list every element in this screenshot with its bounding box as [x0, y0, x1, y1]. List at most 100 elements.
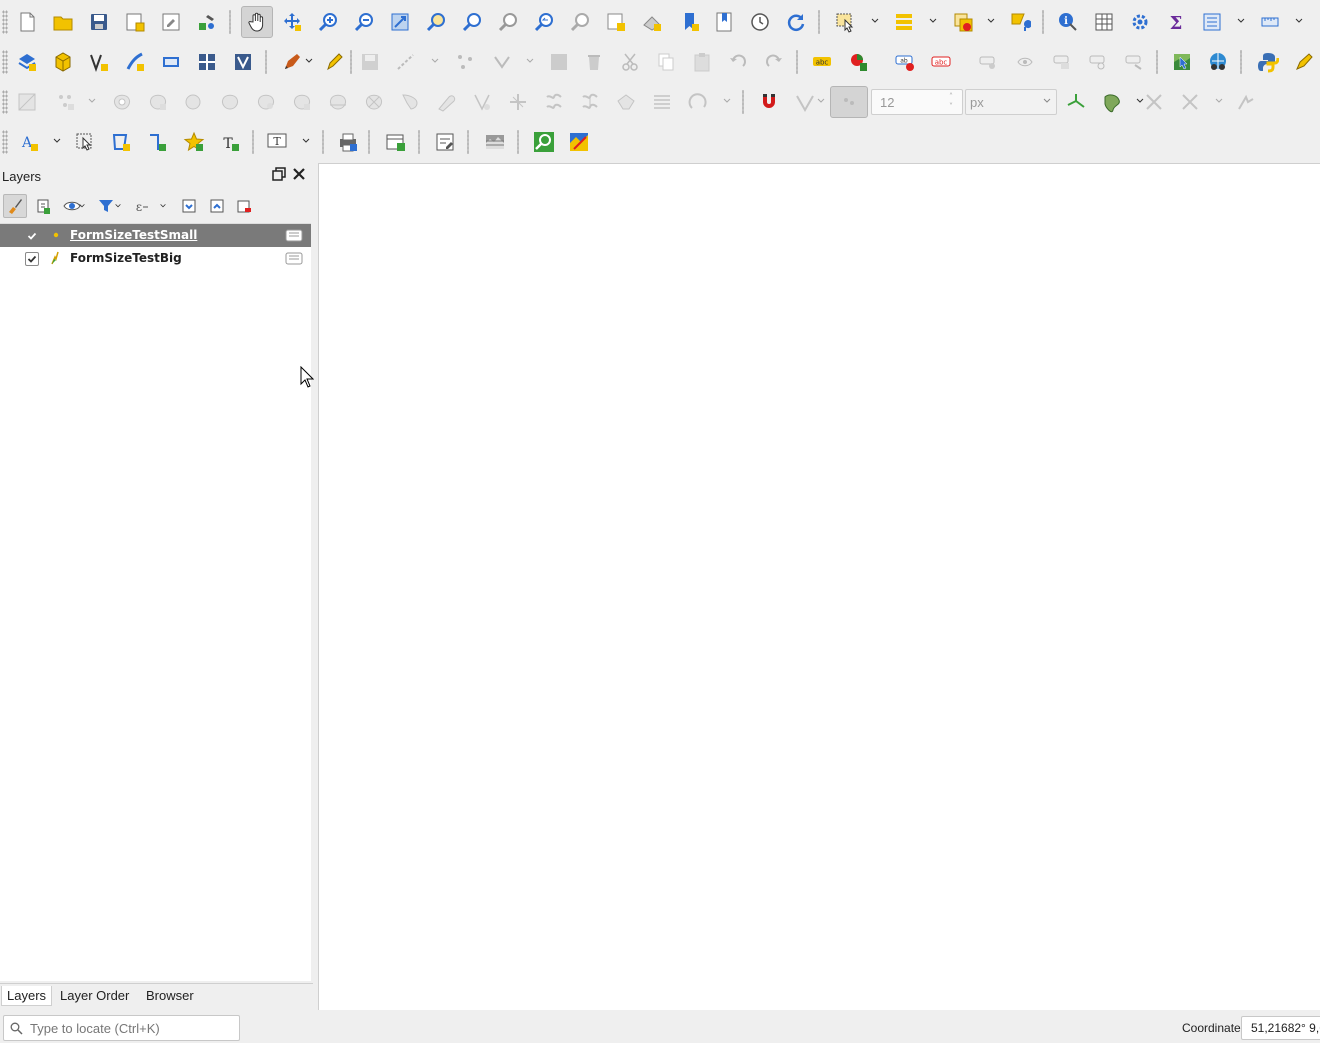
chevron-down-icon[interactable] [986, 16, 996, 26]
add-group-icon[interactable] [31, 194, 55, 218]
redo-icon[interactable] [760, 48, 788, 76]
avoid-overlap-icon[interactable] [1176, 88, 1204, 116]
add-virtual-layer-icon[interactable] [157, 48, 185, 76]
tab-browser[interactable]: Browser [146, 988, 194, 1003]
delete-part-icon[interactable] [180, 88, 208, 116]
filter-by-expression-icon[interactable]: ε [128, 194, 152, 218]
open-field-calculator-icon[interactable] [1198, 8, 1226, 36]
add-vector-layer-icon[interactable] [13, 48, 41, 76]
geo-tagger-icon[interactable] [1204, 48, 1232, 76]
snapping-units-select[interactable]: px [965, 89, 1057, 115]
toolbar-grip[interactable] [2, 10, 8, 34]
chevron-down-icon[interactable] [114, 202, 122, 210]
map-canvas[interactable] [318, 163, 1320, 1010]
node-tool-icon[interactable] [545, 48, 573, 76]
chevron-down-icon[interactable] [87, 96, 97, 106]
cut-features-icon[interactable] [616, 48, 644, 76]
layer-visibility-checkbox[interactable] [25, 229, 39, 243]
show-hide-labels-icon[interactable]: abc [927, 48, 955, 76]
self-snapping-icon[interactable] [1098, 88, 1126, 116]
expand-all-icon[interactable] [177, 194, 201, 218]
offset-point-symbols-icon[interactable] [468, 88, 496, 116]
coordinate-field[interactable]: 51,21682° 9,6 [1241, 1016, 1320, 1040]
new-map-view-icon[interactable] [602, 8, 630, 36]
add-line-annotation-icon[interactable] [143, 128, 171, 156]
layer-row[interactable]: FormSizeTestSmall [0, 224, 311, 247]
chevron-down-icon[interactable] [301, 136, 311, 146]
attribute-table-icon[interactable] [1090, 8, 1118, 36]
split-parts-icon[interactable] [324, 88, 352, 116]
form-indicator-icon[interactable] [285, 228, 303, 243]
pan-icon[interactable] [241, 6, 273, 38]
save-edits-icon[interactable] [356, 48, 384, 76]
style-manager-icon[interactable] [193, 8, 221, 36]
zoom-next-icon[interactable] [566, 8, 594, 36]
text-annotation-icon[interactable]: T [263, 128, 291, 156]
save-project-icon[interactable] [85, 8, 113, 36]
layout-manager-icon[interactable] [157, 8, 185, 36]
chevron-down-icon[interactable] [78, 202, 86, 210]
tracing-icon[interactable] [1062, 88, 1090, 116]
fill-ring-icon[interactable] [108, 88, 136, 116]
pin-diagram-icon[interactable] [1120, 48, 1148, 76]
identify-icon[interactable]: i [1054, 8, 1082, 36]
current-edits-icon[interactable] [278, 48, 306, 76]
locator-bar[interactable] [3, 1015, 240, 1041]
python-console-icon[interactable] [1254, 48, 1282, 76]
new-project-icon[interactable] [13, 8, 41, 36]
collapse-all-icon[interactable] [205, 194, 229, 218]
tab-layer-order[interactable]: Layer Order [60, 988, 129, 1003]
spinbox-arrows[interactable]: ˄ ˅ [949, 92, 959, 112]
split-features-icon[interactable] [288, 88, 316, 116]
measure-icon[interactable] [1256, 8, 1284, 36]
paste-features-icon[interactable] [688, 48, 716, 76]
add-wms-icon[interactable] [193, 48, 221, 76]
add-part-icon[interactable] [52, 88, 80, 116]
new-map-view-button-icon[interactable] [382, 128, 410, 156]
select-by-location-icon[interactable] [1006, 8, 1034, 36]
tab-layers[interactable]: Layers [1, 986, 53, 1006]
zoom-search-icon[interactable] [530, 128, 558, 156]
form-indicator-icon[interactable] [285, 251, 303, 266]
align-icon[interactable] [648, 88, 676, 116]
chevron-down-icon[interactable] [158, 202, 168, 210]
simplify-icon[interactable] [540, 88, 568, 116]
new-3d-map-view-icon[interactable] [638, 8, 666, 36]
diagram-icon[interactable] [845, 48, 873, 76]
statistical-summary-icon[interactable]: Σ [1162, 8, 1190, 36]
add-delimited-text-icon[interactable] [85, 48, 113, 76]
zoom-last-icon[interactable] [530, 8, 558, 36]
chevron-down-icon[interactable] [1236, 16, 1246, 26]
delete-selected-icon[interactable] [580, 48, 608, 76]
chevron-down-icon[interactable] [1214, 96, 1224, 106]
annotation-text-icon[interactable]: A [15, 128, 43, 156]
merge-attributes-icon[interactable] [396, 88, 424, 116]
add-spatialite-icon[interactable] [121, 48, 149, 76]
toggle-editing-icon[interactable] [320, 48, 348, 76]
pin-labels-icon[interactable]: ab [891, 48, 919, 76]
copy-features-icon[interactable] [652, 48, 680, 76]
close-icon[interactable] [292, 167, 306, 181]
refresh-icon[interactable] [782, 8, 810, 36]
advanced-digitizing-icon[interactable] [1232, 88, 1260, 116]
digitize-pen-icon[interactable] [1290, 48, 1318, 76]
zoom-to-layer-icon[interactable] [458, 8, 486, 36]
show-bookmarks-icon[interactable] [710, 8, 738, 36]
move-label-icon[interactable] [974, 48, 1002, 76]
processing-toolbox-icon[interactable] [1126, 8, 1154, 36]
unpin-icon[interactable] [1084, 48, 1112, 76]
chevron-down-icon[interactable] [430, 56, 440, 66]
chevron-down-icon[interactable] [816, 96, 826, 106]
new-print-layout-icon[interactable] [121, 8, 149, 36]
remove-layer-icon[interactable] [232, 194, 256, 218]
modify-attributes-icon[interactable] [488, 48, 516, 76]
zoom-native-icon[interactable] [494, 8, 522, 36]
toolbar-grip[interactable] [2, 90, 8, 114]
float-icon[interactable] [272, 167, 286, 181]
add-marker-annotation-icon[interactable] [180, 128, 208, 156]
rotate-label-icon[interactable] [1011, 48, 1039, 76]
vertex-tool-icon[interactable] [451, 48, 479, 76]
snapping-magnet-icon[interactable] [755, 88, 783, 116]
toolbar-grip[interactable] [2, 50, 8, 74]
temporal-controller-icon[interactable] [746, 8, 774, 36]
